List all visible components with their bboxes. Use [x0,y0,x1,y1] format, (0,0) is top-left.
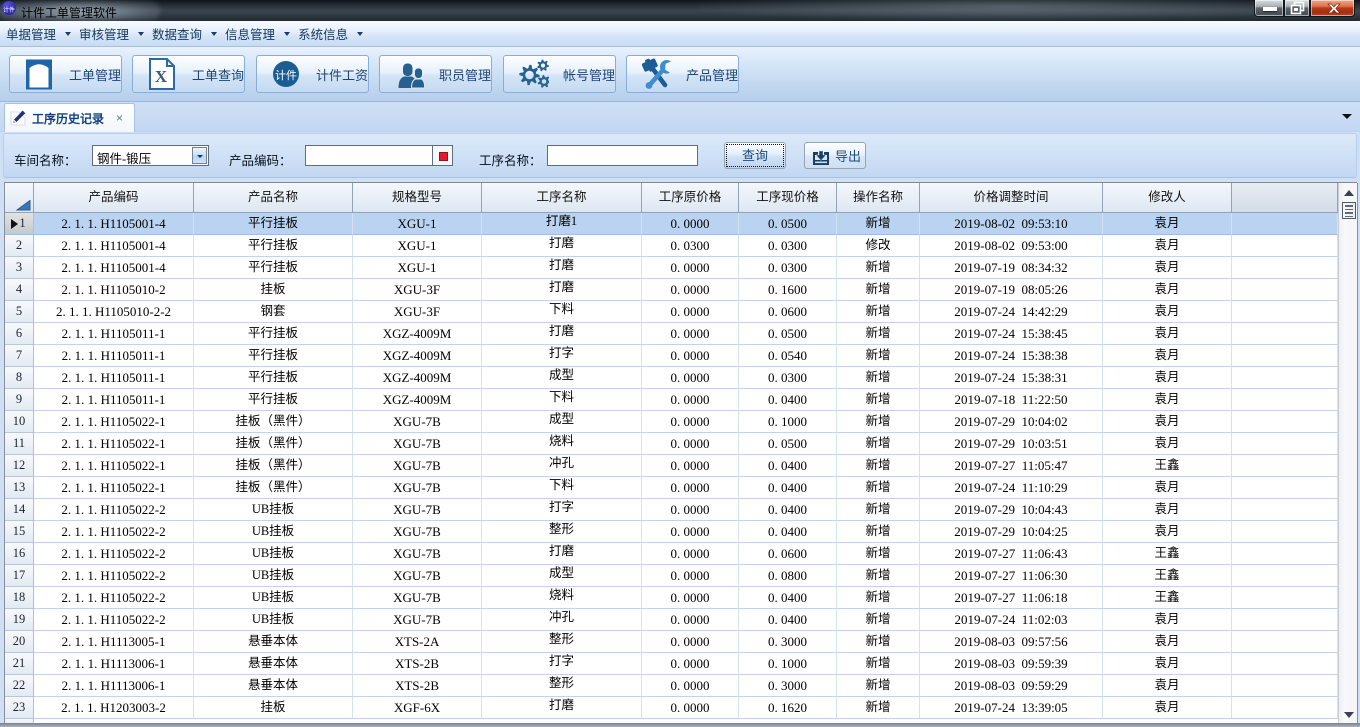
svg-text:X: X [155,67,168,86]
svg-text:计件: 计件 [275,69,297,82]
